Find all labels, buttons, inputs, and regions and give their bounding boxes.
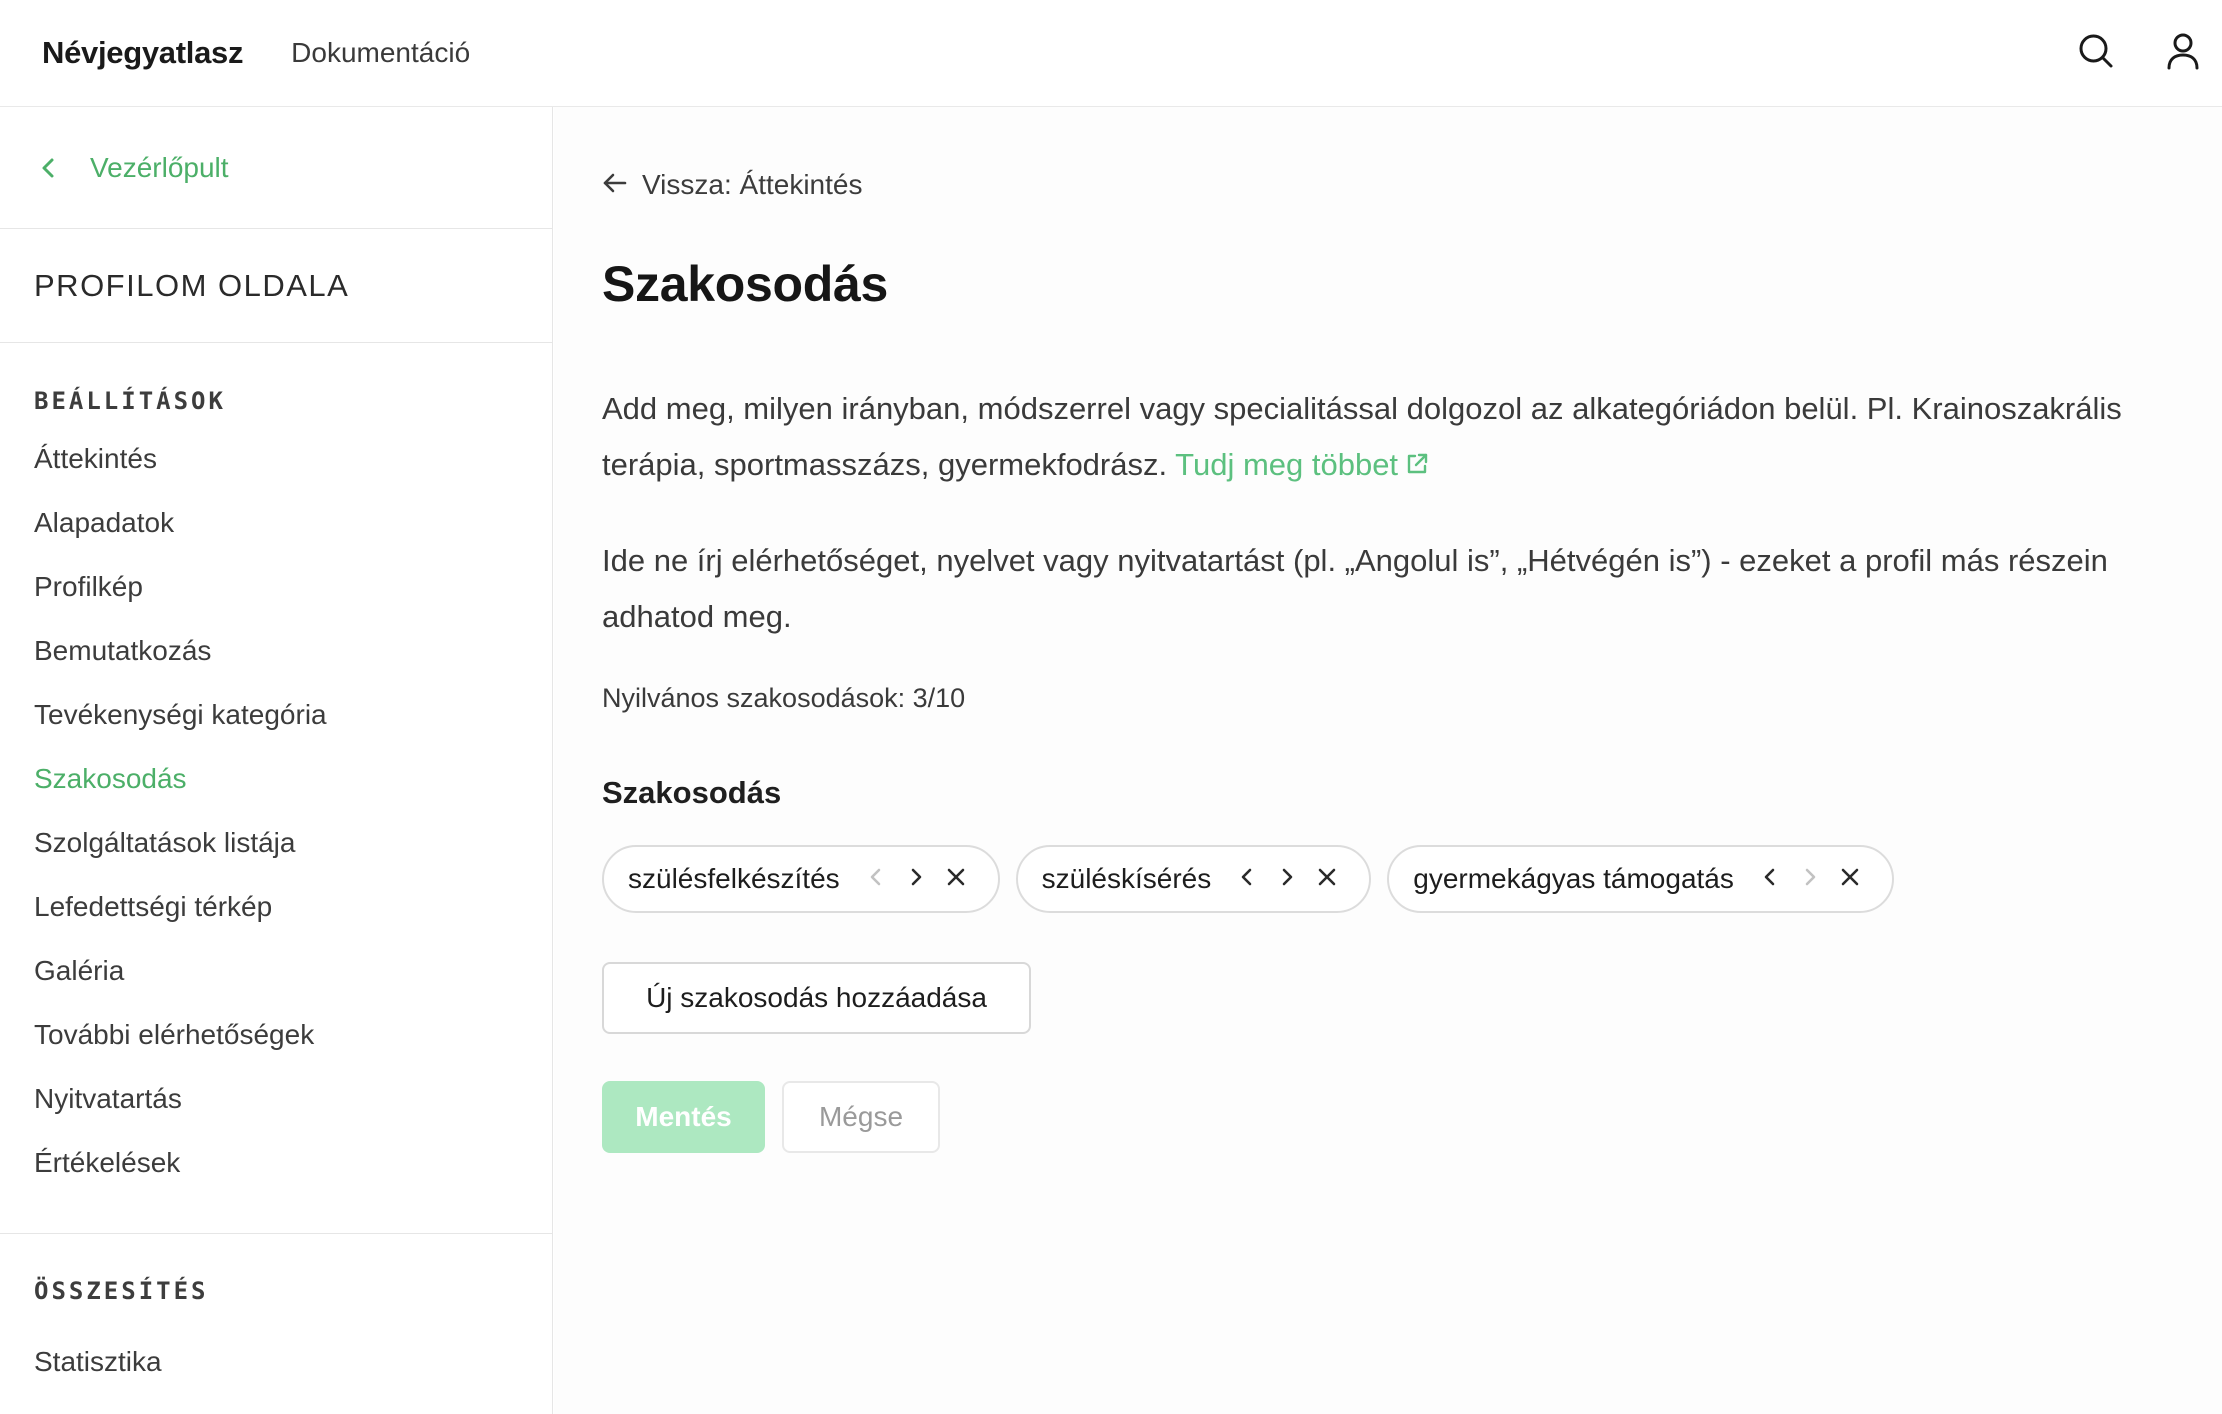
external-link-icon (1404, 439, 1430, 495)
chip-move-right-button[interactable] (1790, 859, 1830, 899)
chip-label: gyermekágyas támogatás (1413, 863, 1734, 894)
user-icon (2166, 32, 2200, 75)
chevron-right-icon (909, 866, 923, 893)
sidebar-item-szolgaltatasok[interactable]: Szolgáltatások listája (34, 811, 327, 875)
learn-more-label: Tudj meg többet (1175, 447, 1399, 482)
close-icon (1839, 866, 1861, 893)
sidebar-item-ertekelesek[interactable]: Értékelések (34, 1131, 327, 1195)
chevron-left-icon (1240, 866, 1254, 893)
close-icon (1316, 866, 1338, 893)
specialization-field-label: Szakosodás (602, 775, 782, 810)
search-icon (2077, 32, 2115, 75)
chip-move-left-button[interactable] (1750, 859, 1790, 899)
cancel-button[interactable]: Mégse (782, 1081, 940, 1153)
chip-remove-button[interactable] (1830, 859, 1870, 899)
save-button[interactable]: Mentés (602, 1081, 765, 1153)
description-paragraph: Add meg, milyen irányban, módszerrel vag… (602, 381, 2182, 495)
chip-move-right-button[interactable] (1267, 859, 1307, 899)
back-to-dashboard-label: Vezérlőpult (90, 151, 229, 183)
specialization-chip: gyermekágyas támogatás (1387, 845, 1894, 913)
learn-more-link[interactable]: Tudj meg többet (1175, 447, 1430, 482)
settings-nav-list: Áttekintés Alapadatok Profilkép Bemutatk… (34, 427, 327, 1195)
sidebar: Vezérlőpult PROFILOM OLDALA BEÁLLÍTÁSOK … (0, 107, 553, 1414)
sidebar-item-tovabbi-elerhetosegek[interactable]: További elérhetőségek (34, 1003, 327, 1067)
page-title: Szakosodás (602, 256, 889, 312)
chevron-left-icon (869, 866, 883, 893)
chip-label: szülésfelkészítés (628, 863, 840, 894)
warning-paragraph: Ide ne írj elérhetőséget, nyelvet vagy n… (602, 543, 2108, 634)
specialization-chip-list: szülésfelkészítés szüléskísérés gyermeká… (602, 845, 1894, 913)
chip-remove-button[interactable] (936, 859, 976, 899)
brand-logo[interactable]: Névjegyatlasz (42, 35, 243, 71)
sidebar-item-szakosodas[interactable]: Szakosodás (34, 747, 327, 811)
settings-heading: BEÁLLÍTÁSOK (34, 387, 226, 415)
chip-remove-button[interactable] (1307, 859, 1347, 899)
nav-documentation-link[interactable]: Dokumentáció (291, 37, 470, 69)
sidebar-item-lefedettsegi-terkep[interactable]: Lefedettségi térkép (34, 875, 327, 939)
chevron-left-icon (1763, 866, 1777, 893)
chevron-left-icon (40, 157, 62, 179)
sidebar-item-galeria[interactable]: Galéria (34, 939, 327, 1003)
chip-label: szüléskísérés (1041, 863, 1212, 894)
sidebar-item-profilkep[interactable]: Profilkép (34, 555, 327, 619)
chevron-right-icon (1803, 866, 1817, 893)
chevron-right-icon (1280, 866, 1294, 893)
sidebar-item-attekintes[interactable]: Áttekintés (34, 427, 327, 491)
main-content: Vissza: Áttekintés Szakosodás Add meg, m… (554, 107, 2222, 1414)
sidebar-item-tevekenysegi-kategoria[interactable]: Tevékenységi kategória (34, 683, 327, 747)
summary-heading: ÖSSZESÍTÉS (34, 1277, 209, 1305)
arrow-left-icon (602, 172, 628, 199)
back-to-dashboard-link[interactable]: Vezérlőpult (0, 107, 553, 229)
user-menu-button[interactable] (2157, 27, 2209, 79)
sidebar-divider (0, 1233, 553, 1234)
back-to-overview-label: Vissza: Áttekintés (642, 169, 863, 200)
top-header: Névjegyatlasz Dokumentáció (0, 0, 2222, 107)
back-to-overview-link[interactable]: Vissza: Áttekintés (602, 169, 862, 201)
sidebar-item-bemutatkozas[interactable]: Bemutatkozás (34, 619, 327, 683)
specialization-chip: szüléskísérés (1015, 845, 1372, 913)
add-specialization-button[interactable]: Új szakosodás hozzáadása (602, 962, 1031, 1034)
sidebar-item-alapadatok[interactable]: Alapadatok (34, 491, 327, 555)
sidebar-item-nyitvatartas[interactable]: Nyitvatartás (34, 1067, 327, 1131)
specialization-chip: szülésfelkészítés (602, 845, 1000, 913)
public-specializations-count: Nyilvános szakosodások: 3/10 (602, 683, 966, 713)
chip-move-right-button[interactable] (896, 859, 936, 899)
sidebar-item-statisztika[interactable]: Statisztika (34, 1330, 162, 1394)
search-button[interactable] (2070, 27, 2122, 79)
profile-section-title: PROFILOM OLDALA (0, 229, 553, 343)
chip-move-left-button[interactable] (1227, 859, 1267, 899)
chip-move-left-button[interactable] (856, 859, 896, 899)
close-icon (945, 866, 967, 893)
